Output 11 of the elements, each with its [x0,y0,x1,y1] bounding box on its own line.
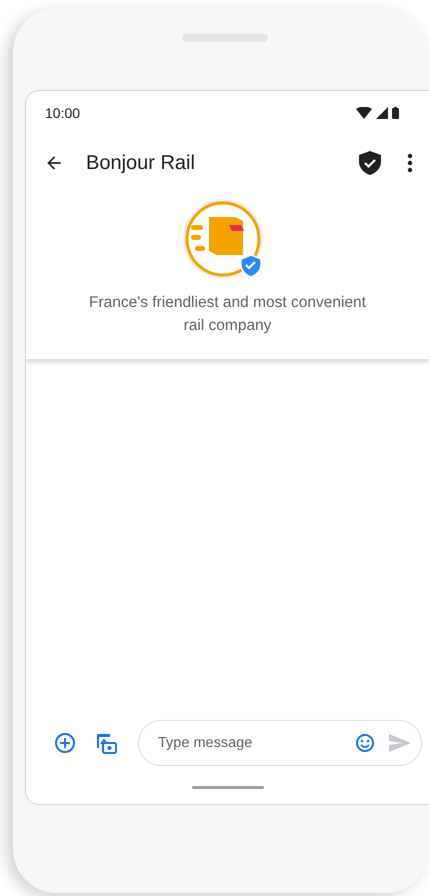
message-input[interactable]: Type message [156,734,347,752]
message-field[interactable]: Type message [138,720,422,766]
emoji-icon[interactable] [355,733,375,753]
battery-icon [392,107,399,119]
status-time: 10:00 [45,105,80,121]
more-vertical-icon[interactable] [407,153,413,173]
wifi-icon [356,107,372,119]
business-tagline: France's friendliest and most convenient rail company [88,293,367,336]
business-name: Bonjour Rail [86,152,196,174]
signal-icon [376,107,388,119]
home-indicator [192,786,264,789]
